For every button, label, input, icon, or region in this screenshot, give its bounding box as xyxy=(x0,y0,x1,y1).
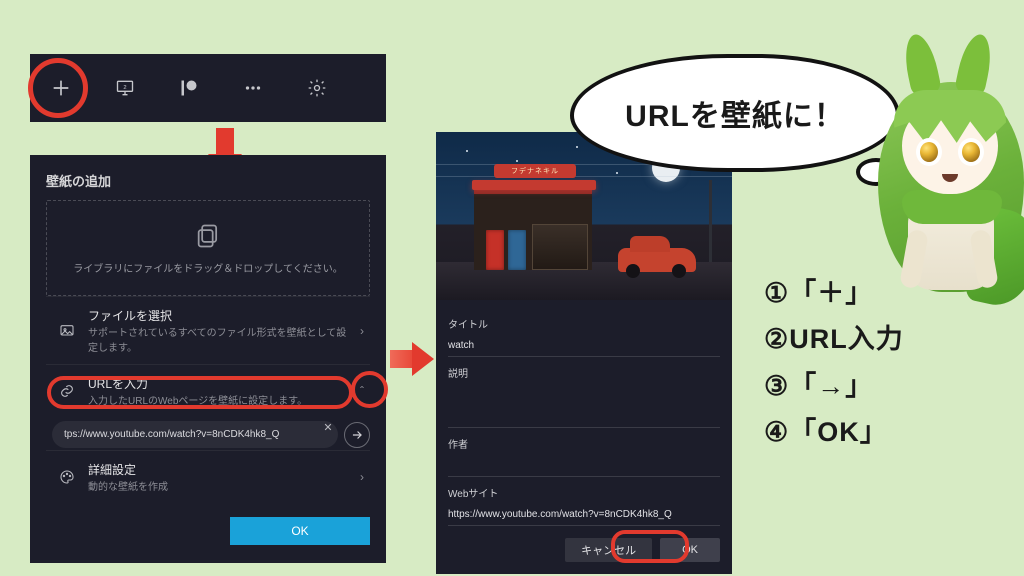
add-button[interactable] xyxy=(38,65,84,111)
author-input[interactable] xyxy=(448,455,720,477)
image-icon xyxy=(56,323,78,339)
label-title: タイトル xyxy=(448,316,720,331)
more-icon[interactable] xyxy=(230,65,276,111)
option-file-title: ファイルを選択 xyxy=(88,307,350,324)
ok-button[interactable]: OK xyxy=(660,538,720,562)
option-url-sub: 入力したURLのWebページを壁紙に設定します。 xyxy=(88,392,350,407)
option-url-title: URLを入力 xyxy=(88,375,350,392)
add-wallpaper-panel: 壁紙の追加 ライブラリにファイルをドラッグ＆ドロップしてください。 ファイルを選… xyxy=(30,155,386,563)
chevron-right-icon: › xyxy=(360,470,364,484)
panel-title: 壁紙の追加 xyxy=(46,171,370,190)
option-url[interactable]: URLを入力 入力したURLのWebページを壁紙に設定します。 ˆ xyxy=(46,364,370,417)
display-icon[interactable]: 2 xyxy=(102,65,148,111)
palette-icon xyxy=(56,469,78,485)
desc-input[interactable] xyxy=(448,384,720,428)
label-desc: 説明 xyxy=(448,365,720,380)
store-sign: フデナネキル xyxy=(494,164,576,178)
chevron-right-icon: › xyxy=(360,324,364,338)
step-4: ④「OK」 xyxy=(764,409,904,455)
wallpaper-meta-panel: フデナネキル タイトル 説明 作者 Webサイト キャンセル OK xyxy=(436,132,732,574)
steps-list: ①「＋」 ②URL入力 ③「→」 ④「OK」 xyxy=(764,270,904,456)
go-button[interactable] xyxy=(344,422,370,448)
arrow-right-icon xyxy=(390,342,434,376)
title-input[interactable] xyxy=(448,335,720,357)
url-input[interactable] xyxy=(52,421,338,448)
dropzone[interactable]: ライブラリにファイルをドラッグ＆ドロップしてください。 xyxy=(46,200,370,296)
svg-text:2: 2 xyxy=(123,85,126,91)
option-adv-sub: 動的な壁紙を作成 xyxy=(88,478,350,493)
clear-icon[interactable]: ✕ xyxy=(318,421,338,434)
step-2: ②URL入力 xyxy=(764,316,904,362)
label-author: 作者 xyxy=(448,436,720,451)
option-file-sub: サポートされているすべてのファイル形式を壁紙として設定します。 xyxy=(88,324,350,354)
step-3: ③「→」 xyxy=(764,363,904,409)
option-advanced[interactable]: 詳細設定 動的な壁紙を作成 › xyxy=(46,450,370,503)
gear-icon[interactable] xyxy=(294,65,340,111)
cancel-button[interactable]: キャンセル xyxy=(565,538,652,562)
chevron-up-icon: ˆ xyxy=(360,384,364,398)
website-input[interactable] xyxy=(448,504,720,526)
link-icon xyxy=(56,383,78,399)
dropzone-hint: ライブラリにファイルをドラッグ＆ドロップしてください。 xyxy=(73,260,342,275)
toolbar: 2 xyxy=(30,54,386,122)
label-site: Webサイト xyxy=(448,485,720,500)
speech-bubble: URLを壁紙に！ xyxy=(570,54,900,172)
patreon-icon[interactable] xyxy=(166,65,212,111)
step-1: ①「＋」 xyxy=(764,270,904,316)
ok-button[interactable]: OK xyxy=(230,517,370,545)
option-file[interactable]: ファイルを選択 サポートされているすべてのファイル形式を壁紙として設定します。 … xyxy=(46,296,370,364)
option-adv-title: 詳細設定 xyxy=(88,461,350,478)
